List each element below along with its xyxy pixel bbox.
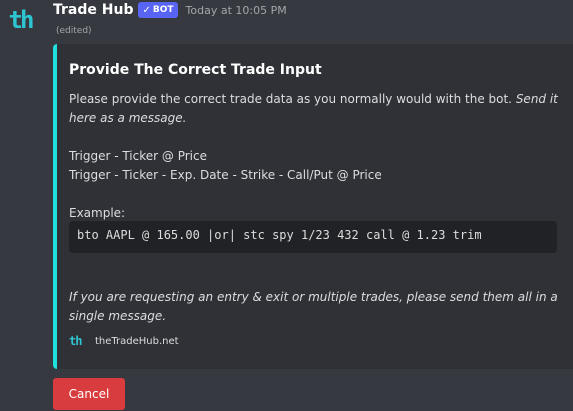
bot-tag-label: BOT (152, 5, 174, 15)
timestamp[interactable]: Today at 10:05 PM (186, 4, 287, 17)
embed-description: Please provide the correct trade data as… (69, 90, 559, 223)
embed-footer: th theTradeHub.net (69, 334, 179, 348)
username[interactable]: Trade Hub (53, 2, 133, 18)
footer-logo-icon: th (69, 334, 82, 348)
cancel-button[interactable]: Cancel (53, 378, 125, 410)
footer-text: theTradeHub.net (95, 335, 179, 347)
example-code-block: bto AAPL @ 165.00 |or| stc spy 1/23 432 … (69, 221, 557, 253)
message-header: Trade Hub ✓ BOT Today at 10:05 PM (53, 0, 287, 20)
embed-title: Provide The Correct Trade Input (69, 62, 322, 78)
format-line-2: Trigger - Ticker - Exp. Date - Strike - … (69, 168, 382, 182)
bot-tag: ✓ BOT (138, 2, 178, 18)
embed-note: If you are requesting an entry & exit or… (69, 290, 558, 323)
trade-hub-logo-icon: th (8, 6, 35, 34)
embed-intro: Please provide the correct trade data as… (69, 90, 559, 128)
edited-label: (edited) (56, 26, 92, 36)
verified-check-icon: ✓ (142, 4, 151, 16)
format-line-1: Trigger - Ticker @ Price (69, 149, 207, 163)
bot-avatar[interactable]: th (0, 0, 40, 40)
embed-card: Provide The Correct Trade Input Please p… (53, 44, 573, 369)
intro-text: Please provide the correct trade data as… (69, 92, 516, 106)
